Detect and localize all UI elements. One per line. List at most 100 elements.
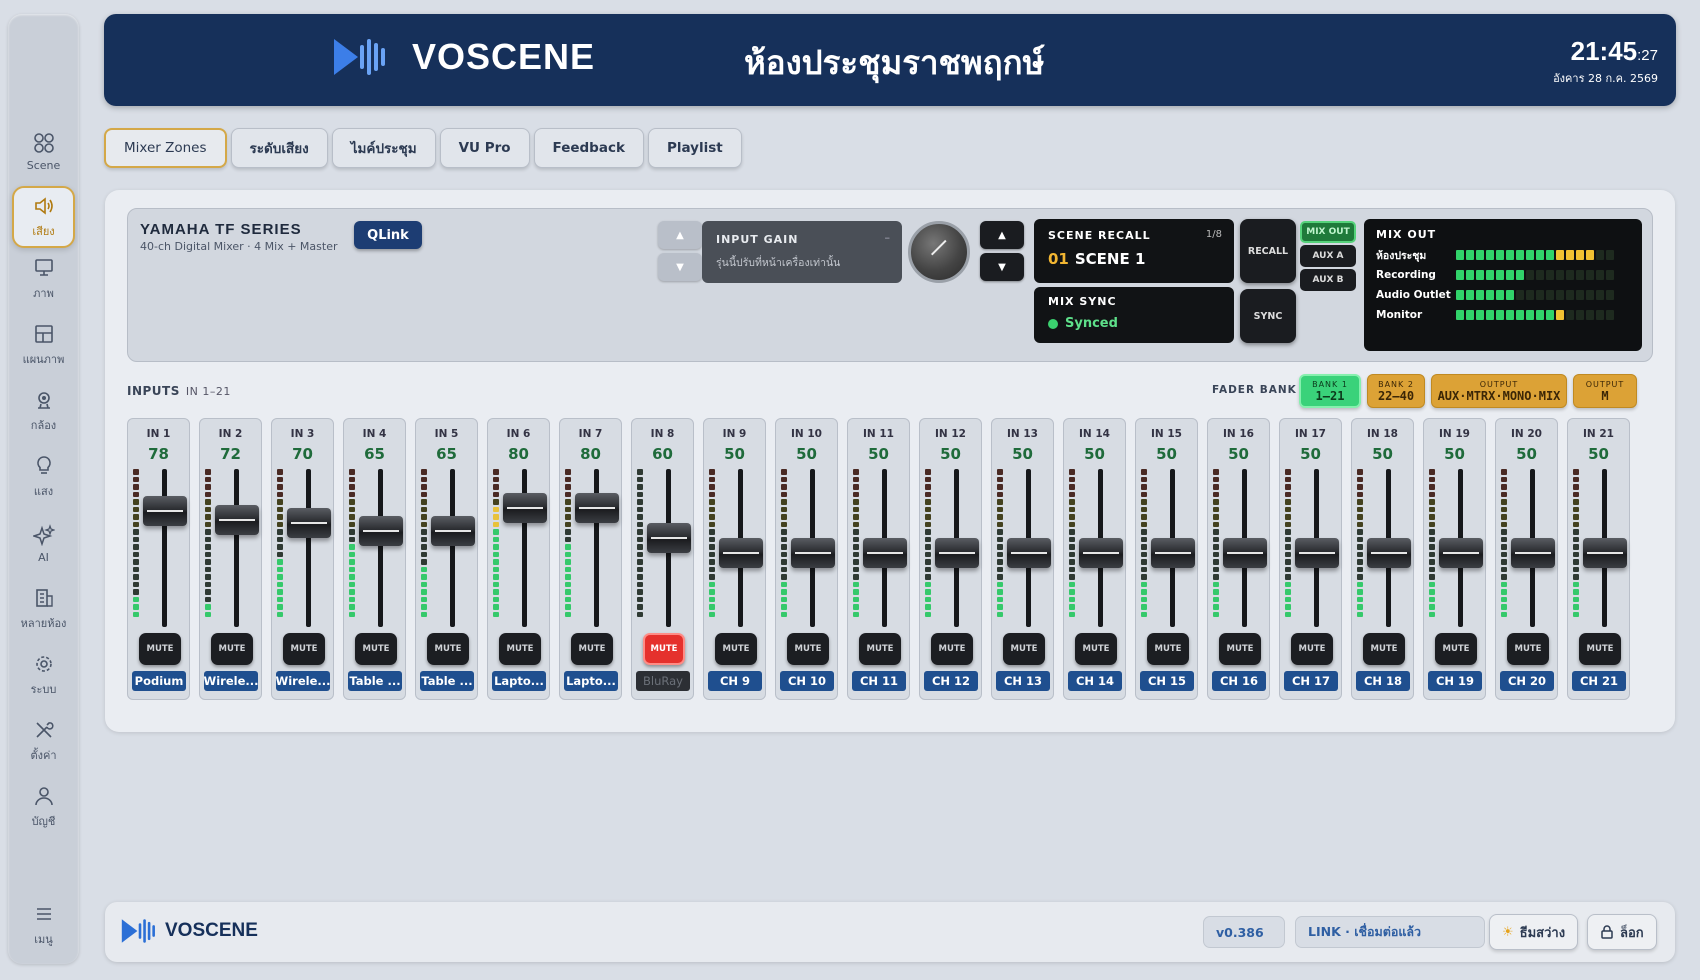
source-label[interactable]: Lapto... [492,671,546,691]
tab-5[interactable]: Playlist [647,128,742,168]
source-label[interactable]: CH 20 [1500,671,1554,691]
source-label[interactable]: CH 9 [708,671,762,691]
mute-button[interactable]: MUTE [211,633,253,665]
source-label[interactable]: Podium [132,671,186,691]
sidebar-item-7[interactable]: หลายห้อง [12,578,75,640]
fader-handle[interactable] [791,538,835,568]
tab-2[interactable]: ไมค์ประชุม [331,128,436,168]
source-label[interactable]: CH 21 [1572,671,1626,691]
source-label[interactable]: CH 13 [996,671,1050,691]
sidebar-item-2[interactable]: ภาพ [12,248,75,310]
mute-button[interactable]: MUTE [859,633,901,665]
sidebar-item-8[interactable]: ระบบ [12,644,75,706]
fader-handle[interactable] [1007,538,1051,568]
fader-handle[interactable] [143,496,187,526]
fader-bank-button-2[interactable]: OUTPUT AUX·MTRX·MONO·MIX [1431,374,1567,408]
sidebar-item-3[interactable]: แผนภาพ [12,314,75,376]
source-label[interactable]: BluRay [636,671,690,691]
fader-handle[interactable] [1439,538,1483,568]
sidebar-item-4[interactable]: กล้อง [12,380,75,442]
menu-button[interactable]: เมนู [12,894,75,956]
source-label[interactable]: CH 11 [852,671,906,691]
aux-b-button[interactable]: AUX B [1300,269,1356,291]
mix-out-button[interactable]: MIX OUT [1300,221,1356,243]
theme-toggle-button[interactable]: ☀ ธีมสว่าง [1489,914,1579,950]
fader-handle[interactable] [1511,538,1555,568]
mute-button[interactable]: MUTE [1003,633,1045,665]
fader-bank-button-0[interactable]: BANK 1 1–21 [1299,374,1361,408]
tab-1[interactable]: ระดับเสียง [230,128,328,168]
fader-handle[interactable] [1295,538,1339,568]
tab-3[interactable]: VU Pro [439,128,530,168]
gain-knob[interactable] [908,221,970,283]
fader-handle[interactable] [431,515,475,546]
sidebar-item-6[interactable]: AI [12,512,75,574]
mute-button[interactable]: MUTE [1507,633,1549,665]
sync-button[interactable]: SYNC [1240,289,1296,343]
mute-button[interactable]: MUTE [499,633,541,665]
fader-bank-button-3[interactable]: OUTPUT M [1573,374,1637,408]
source-label[interactable]: CH 16 [1212,671,1266,691]
source-label[interactable]: CH 15 [1140,671,1194,691]
tab-0[interactable]: Mixer Zones [104,128,227,168]
source-label[interactable]: Lapto... [564,671,618,691]
mute-button[interactable]: MUTE [787,633,829,665]
mute-button[interactable]: MUTE [1435,633,1477,665]
fader-handle[interactable] [719,538,763,568]
mute-button[interactable]: MUTE [355,633,397,665]
sidebar-item-1[interactable]: เสียง [12,186,75,248]
source-label[interactable]: CH 18 [1356,671,1410,691]
fader-handle[interactable] [647,523,691,553]
source-label[interactable]: Table ... [348,671,402,691]
fader-handle[interactable] [215,505,259,535]
fader-bank-button-1[interactable]: BANK 2 22–40 [1367,374,1425,408]
mute-button[interactable]: MUTE [715,633,757,665]
fader-handle[interactable] [935,538,979,568]
mute-button[interactable]: MUTE [1147,633,1189,665]
fader-handle[interactable] [575,493,619,523]
mute-button[interactable]: MUTE [283,633,325,665]
mute-button[interactable]: MUTE [139,633,181,665]
qlink-button[interactable]: QLink [354,221,422,249]
channel-strip: IN 18 50 MUTE CH 18 [1351,418,1414,700]
fader-handle[interactable] [1223,538,1267,568]
scene-down-button[interactable]: ▼ [980,253,1024,281]
mute-button[interactable]: MUTE [427,633,469,665]
fader-handle[interactable] [287,508,331,538]
mute-button[interactable]: MUTE [1291,633,1333,665]
mute-button[interactable]: MUTE [931,633,973,665]
fader-handle[interactable] [1367,538,1411,568]
sidebar-item-10[interactable]: บัญชี [12,776,75,838]
recall-button[interactable]: RECALL [1240,219,1296,283]
tab-4[interactable]: Feedback [533,128,644,168]
aux-a-button[interactable]: AUX A [1300,245,1356,267]
lock-button[interactable]: ล็อก [1587,914,1657,950]
source-label[interactable]: CH 19 [1428,671,1482,691]
sidebar-item-9[interactable]: ตั้งค่า [12,710,75,772]
source-label[interactable]: CH 17 [1284,671,1338,691]
mute-button[interactable]: MUTE [1219,633,1261,665]
mute-button[interactable]: MUTE [1075,633,1117,665]
source-label[interactable]: Wirele... [276,671,330,691]
source-label[interactable]: CH 12 [924,671,978,691]
source-label[interactable]: Wirele... [204,671,258,691]
channel-strip: IN 12 50 MUTE CH 12 [919,418,982,700]
sidebar-item-5[interactable]: แสง [12,446,75,508]
gain-up-button[interactable]: ▲ [658,221,702,249]
fader-handle[interactable] [1583,538,1627,568]
fader-handle[interactable] [863,538,907,568]
mute-button[interactable]: MUTE [1579,633,1621,665]
fader-handle[interactable] [1151,538,1195,568]
fader-handle[interactable] [1079,538,1123,568]
source-label[interactable]: CH 14 [1068,671,1122,691]
mute-button[interactable]: MUTE [571,633,613,665]
mute-button[interactable]: MUTE [643,633,685,665]
scene-up-button[interactable]: ▲ [980,221,1024,249]
source-label[interactable]: CH 10 [780,671,834,691]
source-label[interactable]: Table ... [420,671,474,691]
fader-handle[interactable] [503,493,547,523]
sidebar-item-0[interactable]: Scene [12,120,75,182]
mute-button[interactable]: MUTE [1363,633,1405,665]
fader-handle[interactable] [359,515,403,546]
gain-down-button[interactable]: ▼ [658,253,702,281]
